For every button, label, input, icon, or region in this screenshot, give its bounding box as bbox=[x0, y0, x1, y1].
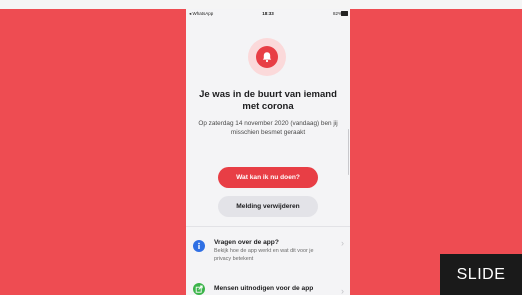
list-item-invite[interactable]: Mensen uitnodigen voor de app › bbox=[186, 279, 350, 295]
status-bar: ◂ WhatsApp 18:33 82% bbox=[186, 9, 350, 18]
what-can-i-do-button[interactable]: Wat kan ik nu doen? bbox=[218, 167, 318, 188]
phone-screen: ◂ WhatsApp 18:33 82% Je was in de buurt … bbox=[186, 9, 350, 295]
alert-badge bbox=[248, 38, 286, 76]
list-item-description: Bekijk hoe de app werkt en wat dit voor … bbox=[214, 248, 314, 262]
delete-notification-button[interactable]: Melding verwijderen bbox=[218, 196, 318, 217]
list-item-questions[interactable]: Vragen over de app? Bekijk hoe de app we… bbox=[186, 231, 350, 275]
list-item-title: Mensen uitnodigen voor de app bbox=[214, 285, 314, 292]
bell-icon bbox=[256, 46, 278, 68]
info-icon bbox=[193, 240, 205, 252]
share-icon bbox=[193, 283, 205, 295]
list-item-title: Vragen over de app? bbox=[214, 239, 279, 246]
divider bbox=[186, 226, 350, 227]
scroll-indicator[interactable] bbox=[347, 129, 349, 175]
alert-subtitle: Op zaterdag 14 november 2020 (vandaag) b… bbox=[198, 120, 338, 136]
frame-top-bar bbox=[0, 0, 522, 9]
chevron-right-icon: › bbox=[341, 238, 344, 248]
chevron-right-icon: › bbox=[341, 286, 344, 295]
slide-watermark: SLIDE bbox=[440, 254, 522, 295]
battery-icon bbox=[341, 11, 348, 16]
alert-title: Je was in de buurt van iemand met corona bbox=[199, 89, 337, 112]
status-time: 18:33 bbox=[262, 11, 274, 16]
